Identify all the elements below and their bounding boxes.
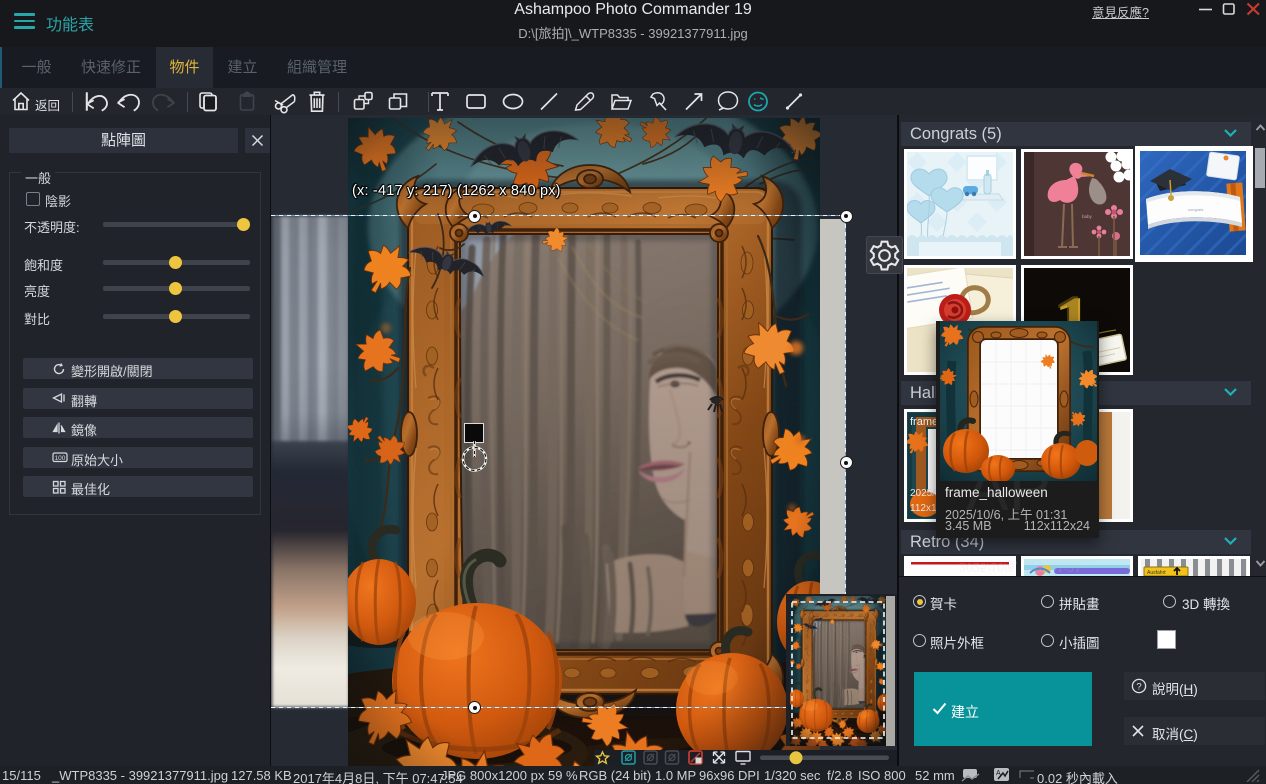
svg-text:100: 100 (55, 455, 66, 462)
svg-text:?: ? (1136, 681, 1141, 692)
svg-text:congrats: congrats (1188, 207, 1203, 212)
svg-text:baby: baby (1082, 214, 1093, 219)
